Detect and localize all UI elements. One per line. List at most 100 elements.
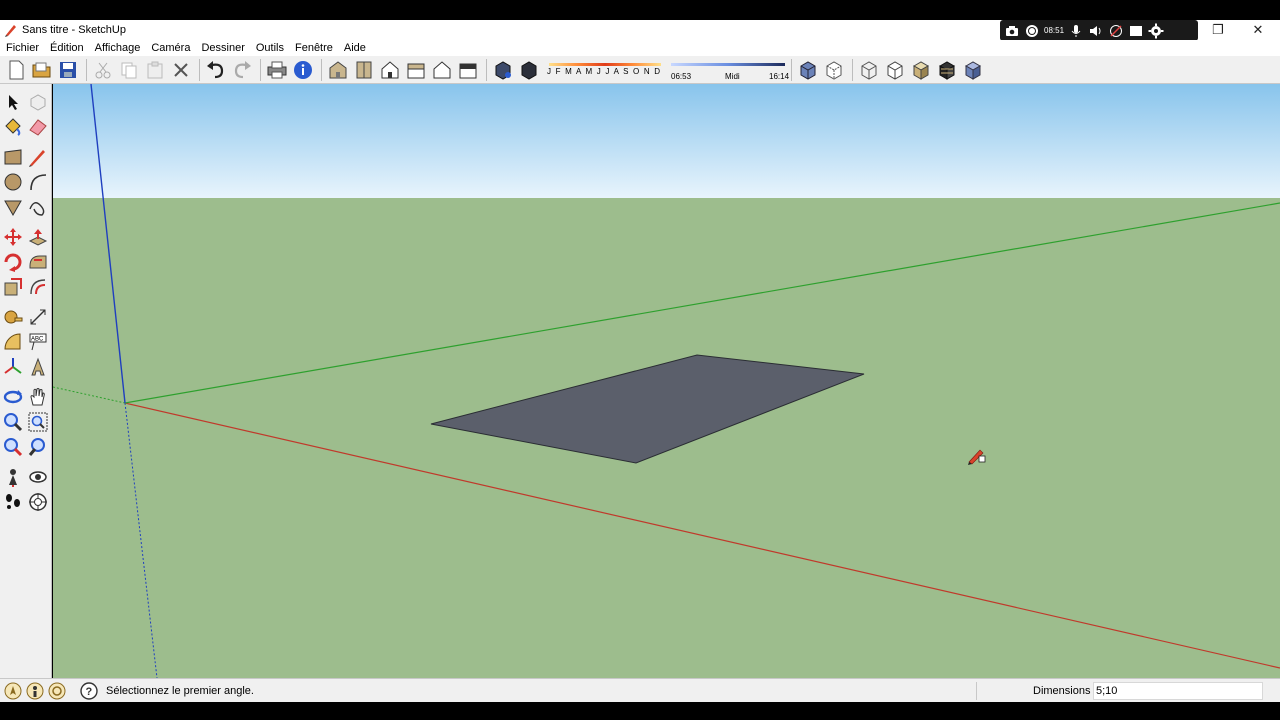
close-button[interactable]: ✕ [1238,20,1278,40]
dimensions-label: Dimensions [1033,685,1091,697]
menu-affichage[interactable]: Affichage [95,42,141,54]
push-pull-icon[interactable] [27,226,49,248]
zoom-extents-icon[interactable] [2,436,24,458]
zoom-icon[interactable] [2,411,24,433]
copy-icon[interactable] [117,58,141,82]
section-plane-icon[interactable] [27,491,49,513]
gear-icon[interactable] [1148,23,1164,39]
new-icon[interactable] [4,58,28,82]
top-black-bar [0,0,1280,20]
freehand-icon[interactable] [27,196,49,218]
circle-icon[interactable] [2,171,24,193]
menu-outils[interactable]: Outils [256,42,284,54]
left-tool-palette: ABC [0,84,52,678]
shaded-icon[interactable] [909,58,933,82]
back-view-icon[interactable] [430,58,454,82]
axes-icon[interactable] [2,356,24,378]
scene-canvas[interactable] [53,84,1280,678]
help-icon[interactable]: ? [80,681,98,700]
sunset-time: 16:14 [769,71,790,81]
credits-icon[interactable] [26,682,44,700]
tape-measure-icon[interactable] [2,306,24,328]
zoom-window-icon[interactable] [27,411,49,433]
open-icon[interactable] [30,58,54,82]
polygon-icon[interactable] [2,196,24,218]
bottom-black-bar [0,702,1280,720]
follow-me-icon[interactable] [27,251,49,273]
monochrome-icon[interactable] [961,58,985,82]
webcam-off-icon[interactable] [1108,23,1124,39]
paste-icon[interactable] [143,58,167,82]
geolocation-icon[interactable] [4,682,22,700]
menu-dessiner[interactable]: Dessiner [201,42,244,54]
wireframe-icon[interactable] [857,58,881,82]
menu-edition[interactable]: Édition [50,42,84,54]
svg-text:ABC: ABC [31,337,44,343]
look-around-icon[interactable] [27,466,49,488]
walk-icon[interactable] [2,491,24,513]
menu-fenetre[interactable]: Fenêtre [295,42,333,54]
redo-icon[interactable] [230,58,254,82]
shadow-toggle-icon[interactable] [491,58,515,82]
menu-camera[interactable]: Caméra [151,42,190,54]
previous-view-icon[interactable] [27,436,49,458]
top-view-icon[interactable] [352,58,376,82]
pan-hand-icon[interactable] [27,386,49,408]
menu-aide[interactable]: Aide [344,42,366,54]
month-slider[interactable] [549,62,661,66]
iso-view-icon[interactable] [326,58,350,82]
toolbar-separator [199,58,200,81]
offset-icon[interactable] [27,276,49,298]
sky [53,84,1280,198]
front-view-icon[interactable] [378,58,402,82]
back-edges-icon[interactable] [822,58,846,82]
cut-icon[interactable] [91,58,115,82]
toolbar-separator [86,58,87,81]
protractor-icon[interactable] [2,331,24,353]
fullscreen-icon[interactable] [1128,23,1144,39]
xray-icon[interactable] [796,58,820,82]
right-view-icon[interactable] [404,58,428,82]
model-viewport[interactable] [53,84,1280,678]
scale-icon[interactable] [2,276,24,298]
recording-time: 08:51 [1044,26,1065,35]
move-icon[interactable] [2,226,24,248]
component-icon[interactable] [27,91,49,113]
dimensions-input[interactable]: 5;10 [1093,682,1263,700]
erase-icon[interactable] [169,58,193,82]
screen-recorder-panel: 08:51 [1000,20,1198,41]
save-icon[interactable] [56,58,80,82]
print-icon[interactable] [265,58,289,82]
fog-icon[interactable] [517,58,541,82]
paint-bucket-icon[interactable] [2,116,24,138]
menu-bar: Fichier Édition Affichage Caméra Dessine… [0,40,1280,56]
3d-text-icon[interactable] [27,356,49,378]
undo-icon[interactable] [204,58,228,82]
hidden-line-icon[interactable] [883,58,907,82]
speaker-icon[interactable] [1088,23,1104,39]
pencil-icon[interactable] [27,146,49,168]
account-icon[interactable] [48,682,66,700]
screenshot-icon[interactable] [1004,23,1020,39]
model-info-icon[interactable] [291,58,315,82]
position-camera-icon[interactable] [2,466,24,488]
eraser-icon[interactable] [27,116,49,138]
shadow-settings-panel[interactable]: J F M A M J J A S O N D 06:53 Midi 16:14 [547,59,790,81]
arc-icon[interactable] [27,171,49,193]
toolbar-separator [321,58,322,81]
shaded-textures-icon[interactable] [935,58,959,82]
dimension-icon[interactable] [27,306,49,328]
noon-label: Midi [725,71,740,81]
record-icon[interactable] [1024,23,1040,39]
microphone-icon[interactable] [1068,23,1084,39]
toolbar-separator [260,58,261,81]
rectangle-icon[interactable] [2,146,24,168]
rotate-icon[interactable] [2,251,24,273]
select-arrow-icon[interactable] [2,91,24,113]
text-icon[interactable]: ABC [27,331,49,353]
menu-fichier[interactable]: Fichier [6,42,39,54]
time-slider[interactable] [671,62,785,66]
restore-button[interactable]: ❐ [1198,20,1238,40]
left-view-icon[interactable] [456,58,480,82]
orbit-icon[interactable] [2,386,24,408]
